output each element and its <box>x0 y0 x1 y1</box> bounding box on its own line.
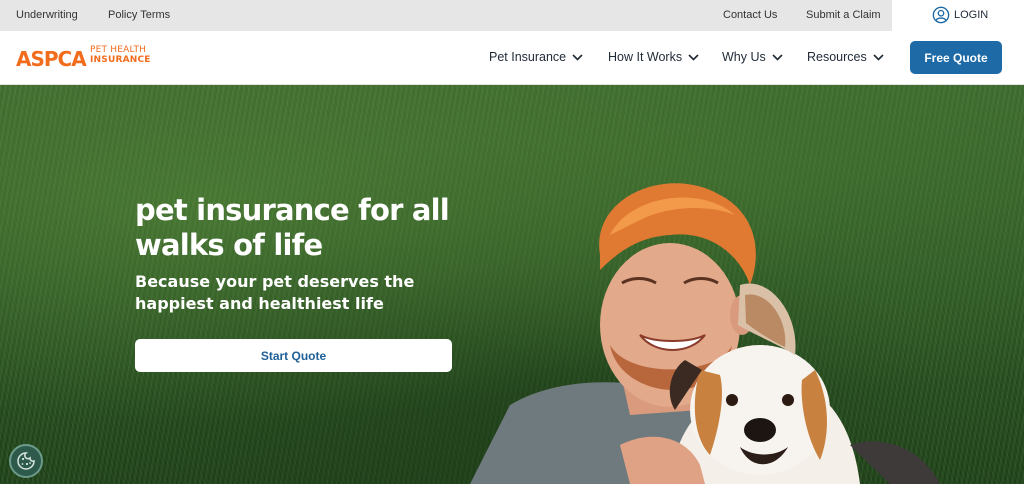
hero-subheading: Because your pet deserves the happiest a… <box>135 272 415 313</box>
user-circle-icon <box>932 6 950 24</box>
chevron-down-icon <box>688 53 699 61</box>
chevron-down-icon <box>772 53 783 61</box>
nav-how-it-works[interactable]: How It Works <box>608 50 699 64</box>
nav-why-us[interactable]: Why Us <box>722 50 783 64</box>
main-nav: ASPCA PET HEALTH INSURANCE Pet Insurance… <box>0 31 1024 85</box>
hero-heading: pet insurance for all walks of life <box>135 193 450 262</box>
chevron-down-icon <box>873 53 884 61</box>
hero-photo-man-and-dog <box>470 183 940 484</box>
chevron-down-icon <box>572 53 583 61</box>
underwriting-link[interactable]: Underwriting <box>16 9 78 21</box>
logo-subtitle: PET HEALTH INSURANCE <box>90 45 151 65</box>
nav-resources[interactable]: Resources <box>807 50 884 64</box>
contact-us-link[interactable]: Contact Us <box>723 9 777 21</box>
login-label: LOGIN <box>954 9 989 21</box>
free-quote-button[interactable]: Free Quote <box>910 41 1002 74</box>
logo-wordmark: ASPCA <box>16 47 87 71</box>
start-quote-button[interactable]: Start Quote <box>135 339 452 372</box>
logo-line-1: PET HEALTH <box>90 45 147 55</box>
cookie-preferences-button[interactable] <box>9 444 43 478</box>
logo-line-2: INSURANCE <box>90 55 151 65</box>
cookie-icon <box>17 452 35 470</box>
login-button[interactable]: LOGIN <box>892 0 1024 31</box>
utility-bar: Underwriting Policy Terms Contact Us Sub… <box>0 0 1024 31</box>
nav-why-us-label: Why Us <box>722 50 766 64</box>
nav-pet-insurance-label: Pet Insurance <box>489 50 567 64</box>
nav-how-it-works-label: How It Works <box>608 50 683 64</box>
nav-resources-label: Resources <box>807 50 867 64</box>
nav-pet-insurance[interactable]: Pet Insurance <box>489 50 583 64</box>
submit-claim-link[interactable]: Submit a Claim <box>806 9 881 21</box>
policy-terms-link[interactable]: Policy Terms <box>108 9 170 21</box>
hero-banner: pet insurance for all walks of life Beca… <box>0 85 1024 484</box>
